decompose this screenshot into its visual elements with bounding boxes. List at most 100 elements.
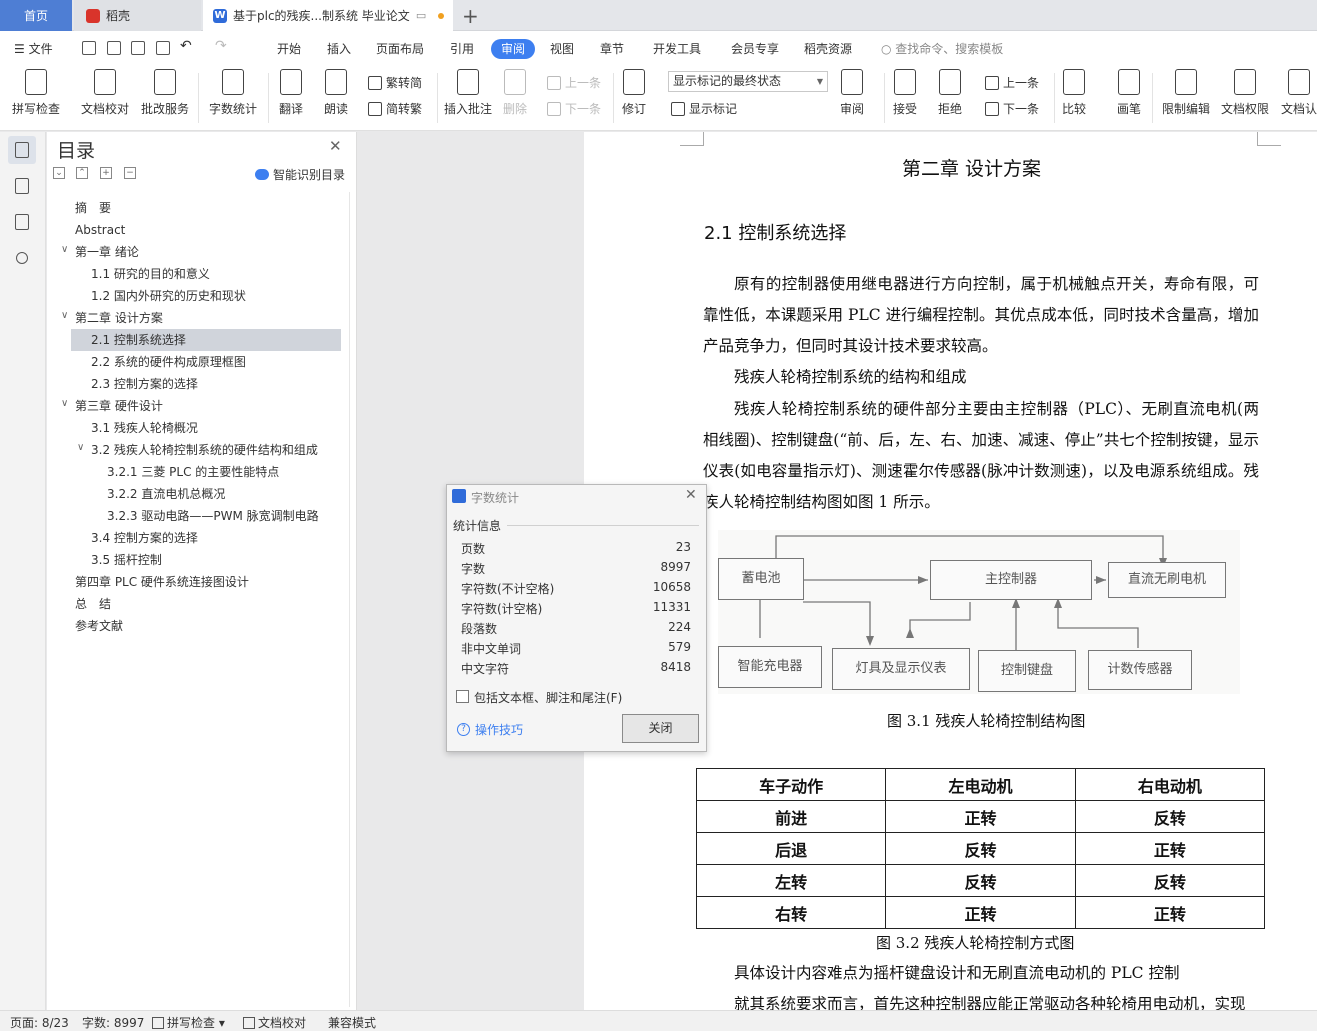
lamps-display-box: 灯具及显示仪表: [832, 648, 970, 690]
menu-item-developer[interactable]: 开发工具: [653, 40, 701, 57]
toc-item[interactable]: 摘 要: [75, 197, 111, 219]
menu-file[interactable]: ☰ 文件: [14, 40, 53, 57]
prev-comment-button[interactable]: 上一条: [547, 74, 601, 91]
doc-cert-button[interactable]: 文档认: [1281, 69, 1317, 117]
remove-heading-icon[interactable]: −: [124, 167, 136, 179]
stat-label: 页数: [461, 542, 486, 556]
tab-home[interactable]: 首页: [0, 0, 72, 31]
show-markup-button[interactable]: 显示标记: [671, 100, 737, 117]
collapse-all-icon[interactable]: ⌄: [53, 167, 65, 179]
toc-item[interactable]: 1.1 研究的目的和意义: [91, 263, 210, 285]
doc-permission-button[interactable]: 文档权限: [1221, 69, 1269, 117]
toc-item[interactable]: 3.1 残疾人轮椅概况: [91, 417, 198, 439]
divider: [437, 73, 438, 123]
word-count-button[interactable]: 字数统计: [209, 69, 257, 117]
markup-state-select[interactable]: 显示标记的最终状态 ▼: [668, 71, 828, 92]
menu-item-references[interactable]: 引用: [450, 40, 474, 57]
spellcheck-status[interactable]: 拼写检查 ▾: [152, 1014, 225, 1031]
translate-button[interactable]: 翻译: [279, 69, 303, 117]
next-comment-button[interactable]: 下一条: [547, 100, 601, 117]
toc-item[interactable]: 3.2.1 三菱 PLC 的主要性能特点: [107, 461, 279, 483]
reject-button[interactable]: 拒绝: [938, 69, 962, 117]
insert-comment-button[interactable]: 插入批注: [444, 69, 492, 117]
table-cell: 右转: [695, 896, 887, 929]
batch-revise-button[interactable]: 批改服务: [141, 69, 189, 117]
menu-item-review[interactable]: 审阅: [491, 39, 535, 59]
page-indicator[interactable]: 页面: 8/23: [10, 1014, 69, 1031]
include-textbox-label[interactable]: 包括文本框、脚注和尾注(F): [474, 689, 622, 706]
close-icon[interactable]: ✕: [685, 487, 697, 503]
menu-item-view[interactable]: 视图: [550, 40, 574, 57]
menu-item-daoke[interactable]: 稻壳资源: [804, 40, 852, 57]
chevron-down-icon[interactable]: ∨: [77, 442, 84, 453]
redo-icon[interactable]: ↷: [215, 38, 227, 54]
menu-file-label: 文件: [28, 42, 53, 56]
new-tab-icon[interactable]: +: [462, 4, 479, 28]
include-textbox-checkbox[interactable]: [456, 690, 469, 703]
menu-item-start[interactable]: 开始: [277, 40, 301, 57]
spellcheck-button[interactable]: 拼写检查: [12, 69, 60, 117]
toc-item[interactable]: 第一章 绪论: [75, 241, 139, 263]
toc-item[interactable]: 3.4 控制方案的选择: [91, 527, 198, 549]
toc-item[interactable]: 1.2 国内外研究的历史和现状: [91, 285, 246, 307]
toc-item[interactable]: 第三章 硬件设计: [75, 395, 163, 417]
toc-panel-button[interactable]: [8, 136, 36, 164]
close-icon[interactable]: ✕: [329, 137, 342, 155]
chevron-down-icon[interactable]: ∨: [61, 244, 68, 255]
tab-document[interactable]: W 基于plc的残疾...制系统 毕业论文 ▭: [203, 0, 453, 31]
toc-item[interactable]: 2.2 系统的硬件构成原理框图: [91, 351, 246, 373]
toc-item[interactable]: 3.2 残疾人轮椅控制系统的硬件结构和组成: [91, 439, 318, 461]
toc-item[interactable]: 3.2.2 直流电机总概况: [107, 483, 225, 505]
close-button[interactable]: 关闭: [622, 714, 699, 743]
simp-to-trad-button[interactable]: 简转繁: [368, 100, 422, 117]
tab-daoke[interactable]: 稻壳: [74, 0, 201, 31]
chevron-down-icon[interactable]: ∨: [61, 398, 68, 409]
menu-item-member[interactable]: 会员专享: [731, 40, 779, 57]
expand-icon[interactable]: ⌃: [76, 167, 88, 179]
smart-toc-button[interactable]: 智能识别目录: [255, 166, 345, 183]
toc-item[interactable]: 2.3 控制方案的选择: [91, 373, 198, 395]
track-changes-button[interactable]: 修订: [622, 69, 646, 117]
word-count-indicator[interactable]: 字数: 8997: [82, 1014, 144, 1031]
review-pane-button[interactable]: 审阅: [840, 69, 864, 117]
next-change-button[interactable]: 下一条: [985, 100, 1039, 117]
export-pdf-icon[interactable]: [107, 41, 121, 55]
bookmark-button[interactable]: [8, 208, 36, 236]
toc-item-selected[interactable]: 2.1 控制系统选择: [71, 329, 341, 351]
prev-change-button[interactable]: 上一条: [985, 74, 1039, 91]
draw-button[interactable]: 画笔: [1117, 69, 1141, 117]
toc-item[interactable]: 3.5 摇杆控制: [91, 549, 162, 571]
delete-comment-label: 删除: [503, 102, 528, 116]
delete-comment-button[interactable]: 删除: [503, 69, 527, 117]
undo-icon[interactable]: ↶: [180, 38, 192, 54]
print-preview-icon[interactable]: [156, 41, 170, 55]
menu-item-chapter[interactable]: 章节: [600, 40, 624, 57]
doc-proof-button[interactable]: 文档校对: [81, 69, 129, 117]
unsaved-dot-icon: [438, 12, 445, 19]
toc-item[interactable]: 总 结: [75, 593, 111, 615]
chevron-down-icon[interactable]: ∨: [61, 310, 68, 321]
toc-item[interactable]: 第二章 设计方案: [75, 307, 163, 329]
tips-link[interactable]: ? 操作技巧: [457, 721, 523, 738]
compare-button[interactable]: 比较: [1062, 69, 1086, 117]
accept-button[interactable]: 接受: [893, 69, 917, 117]
read-aloud-button[interactable]: 朗读: [324, 69, 348, 117]
toc-item[interactable]: 第四章 PLC 硬件系统连接图设计: [75, 571, 249, 593]
toc-item[interactable]: Abstract: [75, 219, 125, 241]
bookmark-icon: [15, 214, 29, 230]
command-search[interactable]: ○ 查找命令、搜索模板: [881, 40, 1003, 57]
find-button[interactable]: [8, 244, 36, 272]
save-icon[interactable]: [82, 41, 96, 55]
menu-item-layout[interactable]: 页面布局: [376, 40, 424, 57]
add-heading-icon[interactable]: +: [100, 167, 112, 179]
restrict-edit-button[interactable]: 限制编辑: [1162, 69, 1210, 117]
menu-item-insert[interactable]: 插入: [327, 40, 351, 57]
toc-scrollbar[interactable]: [349, 192, 350, 1007]
dialog-titlebar[interactable]: 字数统计 ✕: [447, 485, 706, 509]
trad-to-simp-button[interactable]: 繁转简: [368, 74, 422, 91]
toc-item[interactable]: 3.2.3 驱动电路——PWM 脉宽调制电路: [107, 505, 319, 527]
print-icon[interactable]: [131, 41, 145, 55]
toc-item[interactable]: 参考文献: [75, 615, 123, 637]
chapter-nav-button[interactable]: [8, 172, 36, 200]
proof-status[interactable]: 文档校对: [243, 1014, 306, 1031]
